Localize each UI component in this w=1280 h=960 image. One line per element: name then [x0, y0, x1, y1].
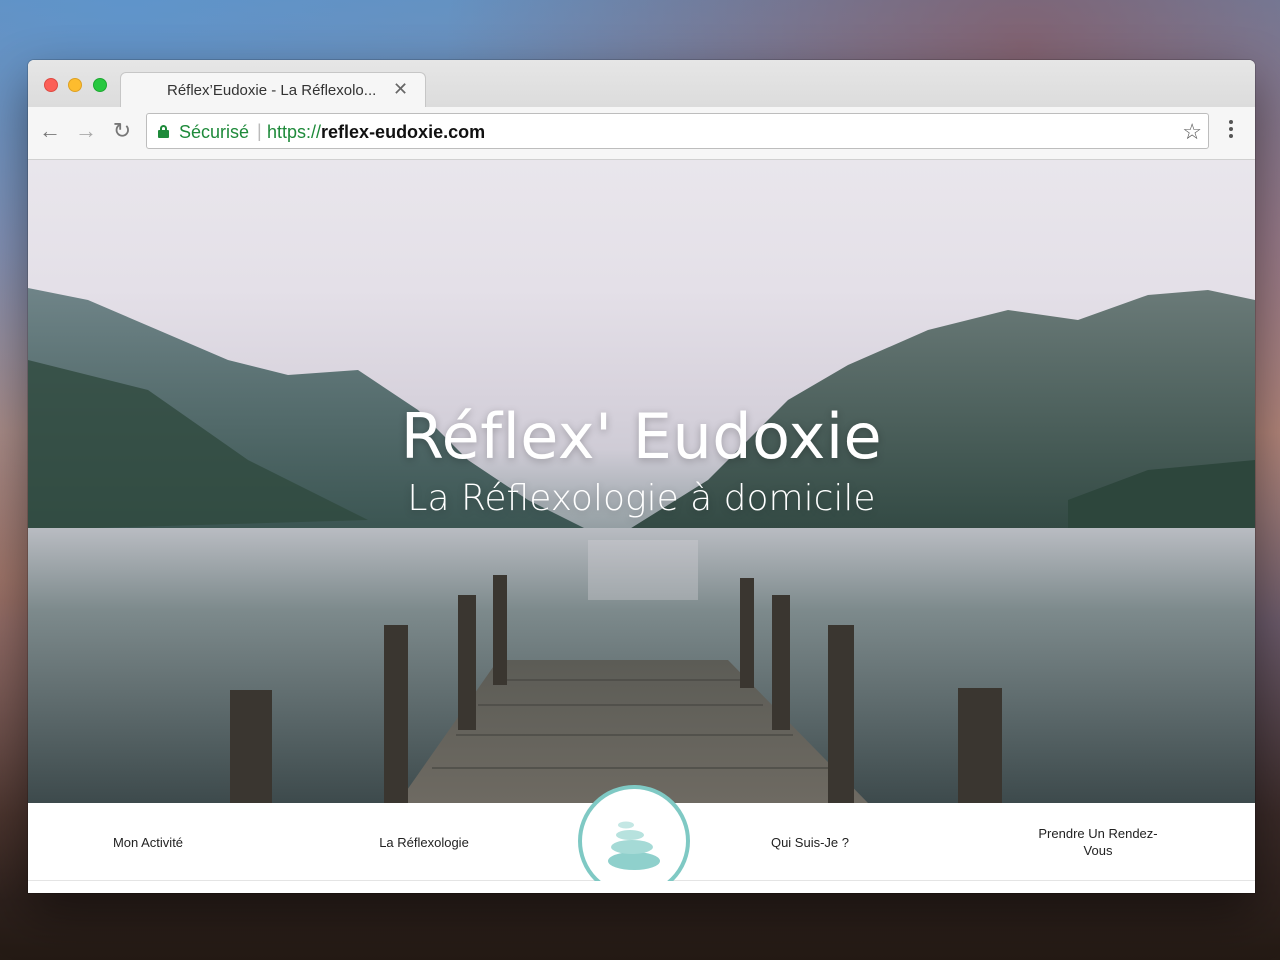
site-logo[interactable]: [578, 785, 690, 893]
close-window-button[interactable]: [44, 78, 58, 92]
page-viewport: Réflex' Eudoxie La Réflexologie à domici…: [28, 160, 1255, 893]
tab-close-icon[interactable]: ✕: [393, 79, 408, 99]
hero-title: Réflex' Eudoxie: [400, 400, 883, 473]
secure-label: Sécurisé: [179, 122, 250, 142]
url-text[interactable]: https://reflex-eudoxie.com: [267, 122, 485, 143]
main-navigation: Mon Activité La Réflexologie Qui Suis-Je…: [28, 785, 1255, 893]
address-bar[interactable]: Sécurisé | https://reflex-eudoxie.com ☆: [146, 113, 1209, 149]
forward-arrow-icon[interactable]: →: [72, 117, 100, 145]
bookmark-star-icon[interactable]: ☆: [1182, 119, 1202, 145]
tab-active[interactable]: Réflex’Eudoxie - La Réflexolo... ✕: [120, 72, 426, 107]
nav-item-mon-activite[interactable]: Mon Activité: [68, 803, 228, 881]
browser-toolbar: ← → ↻ Sécurisé | https://reflex-eudoxie.…: [28, 107, 1255, 160]
tab-strip: Réflex’Eudoxie - La Réflexolo... ✕: [28, 60, 1255, 107]
hero-banner: Réflex' Eudoxie La Réflexologie à domici…: [28, 160, 1255, 803]
browser-window: Réflex’Eudoxie - La Réflexolo... ✕ ← → ↻…: [28, 60, 1255, 893]
nav-item-la-reflexologie[interactable]: La Réflexologie: [344, 803, 504, 881]
browser-menu-icon[interactable]: [1221, 117, 1241, 145]
url-host: reflex-eudoxie.com: [321, 122, 486, 142]
minimize-window-button[interactable]: [68, 78, 82, 92]
nav-item-prendre-rendez-vous[interactable]: Prendre Un Rendez-Vous: [1028, 803, 1168, 881]
url-scheme: https://: [267, 122, 322, 142]
stacked-stones-icon: [608, 821, 660, 870]
hero-subtitle: La Réflexologie à domicile: [407, 478, 876, 519]
url-separator: |: [257, 121, 262, 141]
tab-title: Réflex’Eudoxie - La Réflexolo...: [167, 82, 377, 99]
back-arrow-icon[interactable]: ←: [36, 117, 64, 145]
reload-icon[interactable]: ↻: [108, 117, 136, 145]
page-content-start: [28, 881, 1255, 893]
lock-icon: [158, 125, 169, 138]
nav-item-qui-suis-je[interactable]: Qui Suis-Je ?: [730, 803, 890, 881]
zoom-window-button[interactable]: [93, 78, 107, 92]
